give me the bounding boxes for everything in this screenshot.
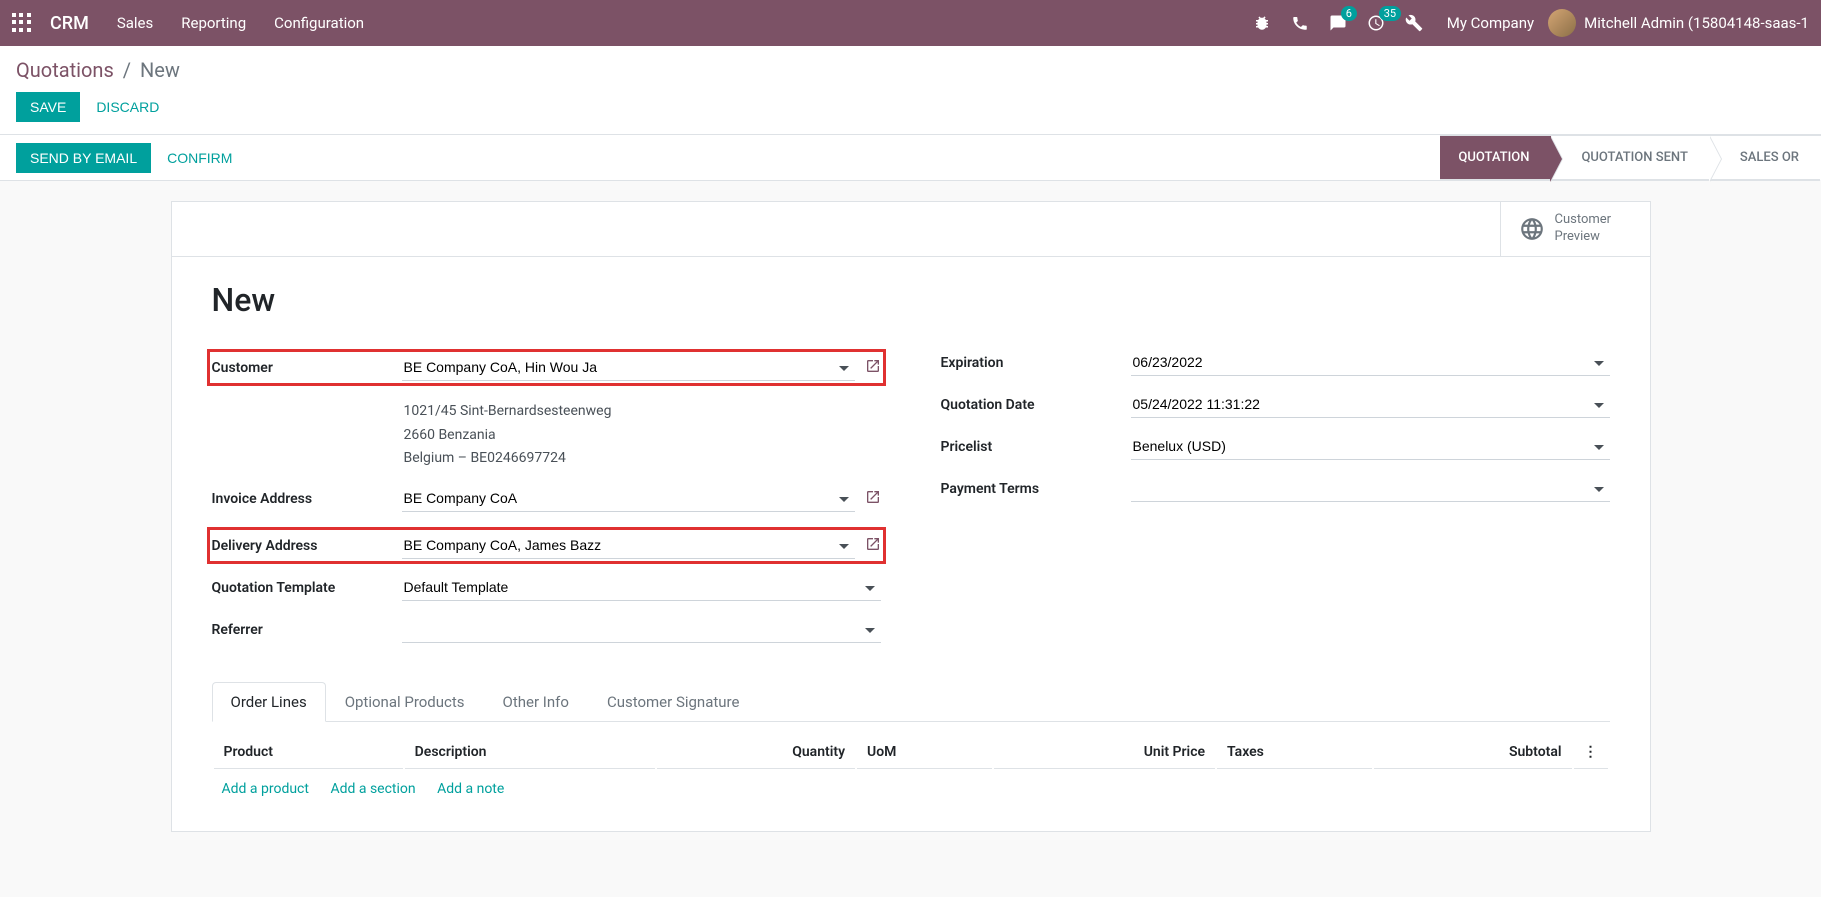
th-product: Product	[214, 736, 403, 769]
invoice-address-row: Invoice Address	[212, 485, 881, 517]
th-taxes: Taxes	[1217, 736, 1372, 769]
tab-customer-signature[interactable]: Customer Signature	[588, 682, 759, 721]
delivery-address-input[interactable]	[402, 532, 855, 559]
phone-icon[interactable]	[1291, 14, 1309, 32]
payment-terms-row: Payment Terms	[941, 475, 1610, 507]
nav-sales[interactable]: Sales	[117, 14, 153, 32]
control-panel: Quotations / New SAVE DISCARD	[0, 46, 1821, 135]
customer-input[interactable]	[402, 354, 855, 381]
payment-terms-input[interactable]	[1131, 475, 1610, 502]
customer-external-link-icon[interactable]	[865, 354, 881, 378]
quotation-template-label: Quotation Template	[212, 574, 402, 596]
referrer-label: Referrer	[212, 616, 402, 638]
th-quantity: Quantity	[657, 736, 855, 769]
th-unit-price: Unit Price	[994, 736, 1216, 769]
delivery-external-link-icon[interactable]	[865, 532, 881, 556]
customer-row: Customer	[207, 349, 886, 386]
tab-order-lines[interactable]: Order Lines	[212, 682, 326, 722]
status-quotation[interactable]: QUOTATION	[1440, 135, 1551, 180]
order-lines-table: Product Description Quantity UoM Unit Pr…	[212, 734, 1610, 771]
discard-button[interactable]: DISCARD	[96, 99, 159, 115]
referrer-input[interactable]	[402, 616, 881, 643]
quotation-template-row: Quotation Template	[212, 574, 881, 606]
messages-badge: 6	[1341, 6, 1357, 21]
referrer-row: Referrer	[212, 616, 881, 648]
quotation-template-input[interactable]	[402, 574, 881, 601]
add-section-link[interactable]: Add a section	[330, 781, 415, 797]
top-navbar: CRM Sales Reporting Configuration 6 35 M…	[0, 0, 1821, 46]
th-uom: UoM	[857, 736, 991, 769]
send-by-email-button[interactable]: SEND BY EMAIL	[16, 143, 151, 173]
breadcrumb-parent[interactable]: Quotations	[16, 58, 114, 82]
user-menu[interactable]: Mitchell Admin (15804148-saas-1	[1584, 14, 1809, 32]
address-line1: 1021/45 Sint-Bernardsesteenweg	[404, 400, 881, 424]
invoice-address-label: Invoice Address	[212, 485, 402, 507]
tab-optional-products[interactable]: Optional Products	[326, 682, 484, 721]
customer-preview-button[interactable]: Customer Preview	[1500, 202, 1650, 256]
activities-badge: 35	[1379, 6, 1401, 21]
status-quotation-sent[interactable]: QUOTATION SENT	[1551, 135, 1709, 180]
add-note-link[interactable]: Add a note	[437, 781, 504, 797]
delivery-address-row: Delivery Address	[207, 527, 886, 564]
invoice-address-input[interactable]	[402, 485, 855, 512]
apps-icon[interactable]	[12, 13, 32, 33]
expiration-input[interactable]	[1131, 349, 1610, 376]
globe-icon	[1519, 216, 1545, 242]
breadcrumb-current: New	[140, 58, 180, 82]
save-button[interactable]: SAVE	[16, 92, 80, 122]
form-sheet: Customer Preview New Customer	[171, 201, 1651, 832]
expiration-label: Expiration	[941, 349, 1131, 371]
record-title: New	[212, 281, 1610, 319]
messages-icon[interactable]: 6	[1329, 14, 1347, 32]
breadcrumb: Quotations / New	[16, 58, 1805, 82]
activities-icon[interactable]: 35	[1367, 14, 1385, 32]
quotation-date-row: Quotation Date	[941, 391, 1610, 423]
customer-label: Customer	[212, 354, 402, 376]
debug-icon[interactable]	[1253, 14, 1271, 32]
tab-other-info[interactable]: Other Info	[484, 682, 588, 721]
th-options[interactable]: ⋮	[1574, 736, 1608, 769]
tools-icon[interactable]	[1405, 14, 1423, 32]
company-switcher[interactable]: My Company	[1447, 14, 1534, 32]
pricelist-label: Pricelist	[941, 433, 1131, 455]
pricelist-row: Pricelist	[941, 433, 1610, 465]
confirm-button[interactable]: CONFIRM	[167, 150, 232, 166]
status-bar: SEND BY EMAIL CONFIRM QUOTATION QUOTATIO…	[0, 135, 1821, 181]
nav-configuration[interactable]: Configuration	[274, 14, 364, 32]
notebook: Order Lines Optional Products Other Info…	[212, 682, 1610, 807]
add-product-link[interactable]: Add a product	[222, 781, 309, 797]
user-avatar[interactable]	[1548, 9, 1576, 37]
invoice-external-link-icon[interactable]	[865, 485, 881, 509]
quotation-date-input[interactable]	[1131, 391, 1610, 418]
status-sales-order[interactable]: SALES OR	[1710, 135, 1821, 180]
expiration-row: Expiration	[941, 349, 1610, 381]
payment-terms-label: Payment Terms	[941, 475, 1131, 497]
customer-address-row: 1021/45 Sint-Bernardsesteenweg 2660 Benz…	[212, 396, 881, 475]
pricelist-input[interactable]	[1131, 433, 1610, 460]
quotation-date-label: Quotation Date	[941, 391, 1131, 413]
nav-reporting[interactable]: Reporting	[181, 14, 246, 32]
address-line2: 2660 Benzania	[404, 424, 881, 448]
th-description: Description	[405, 736, 655, 769]
app-brand[interactable]: CRM	[50, 13, 89, 34]
address-line3: Belgium – BE0246697724	[404, 447, 881, 471]
delivery-address-label: Delivery Address	[212, 532, 402, 554]
th-subtotal: Subtotal	[1374, 736, 1572, 769]
